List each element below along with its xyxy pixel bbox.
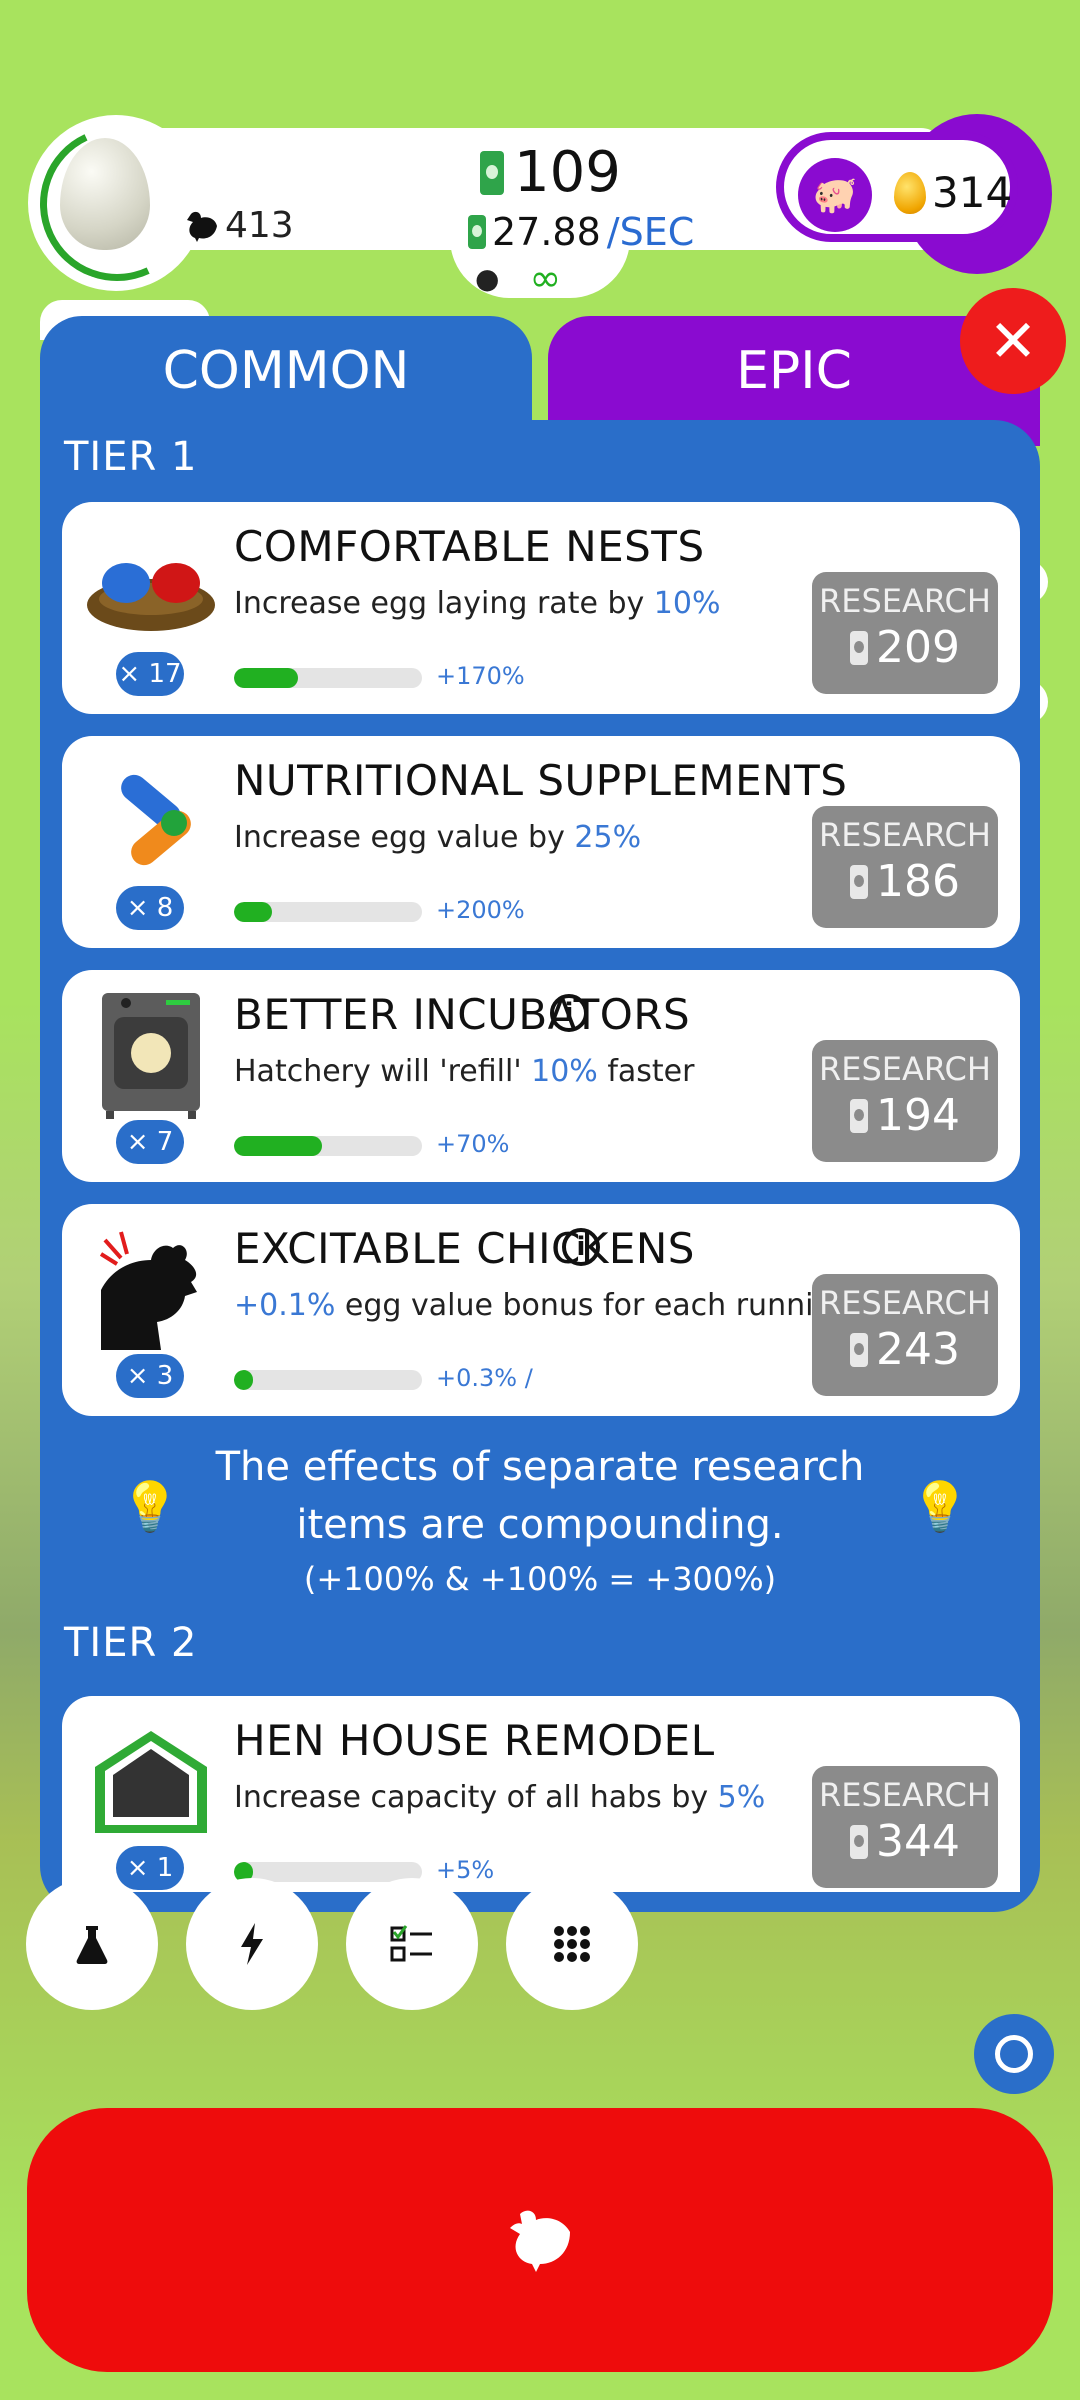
research-level: × 3 [116, 1354, 184, 1398]
research-progress-bar [234, 1136, 422, 1156]
research-card-nutritional-supplements: × 8 NUTRITIONAL SUPPLEMENTS Increase egg… [62, 736, 1020, 948]
research-button-label: RESEARCH [819, 816, 991, 854]
research-button-label: RESEARCH [819, 582, 991, 620]
nest-icon [82, 528, 220, 648]
research-card-comfortable-nests: × 17 COMFORTABLE NESTS Increase egg layi… [62, 502, 1020, 714]
research-title: HEN HOUSE REMODEL [234, 1716, 715, 1765]
golden-egg-count: 314 [932, 168, 1013, 217]
research-cost: 209 [812, 622, 998, 673]
research-cost: 194 [812, 1090, 998, 1141]
money-display: 109 [480, 140, 621, 205]
research-description: Hatchery will 'refill' 10% faster [234, 1054, 695, 1089]
cash-icon [850, 1098, 868, 1133]
research-button[interactable]: RESEARCH 344 [812, 1766, 998, 1888]
cash-icon [468, 215, 486, 249]
research-button[interactable]: RESEARCH 186 [812, 806, 998, 928]
checklist-icon [390, 1925, 432, 1962]
missions-button[interactable] [346, 1878, 478, 2010]
research-button[interactable]: RESEARCH 194 [812, 1040, 998, 1162]
research-bonus: +5% [436, 1856, 495, 1884]
info-icon[interactable]: i [550, 994, 588, 1032]
progress-fill [234, 902, 272, 922]
progress-fill [234, 668, 298, 688]
research-progress-bar [234, 668, 422, 688]
flask-icon [76, 1926, 108, 1964]
house-icon [82, 1722, 220, 1842]
lightbulb-icon: 💡 [910, 1479, 970, 1535]
research-title: BETTER INCUBATORS [234, 990, 691, 1039]
research-button-label: RESEARCH [819, 1776, 991, 1814]
research-level: × 17 [116, 652, 184, 696]
chicken-count: 413 [185, 205, 294, 246]
research-level: × 8 [116, 886, 184, 930]
research-title: COMFORTABLE NESTS [234, 522, 705, 571]
money-rate: 27.88/SEC [468, 210, 694, 254]
tip-formula: (+100% & +100% = +300%) [303, 1560, 777, 1598]
circle-icon [995, 2035, 1033, 2073]
research-cost: 243 [812, 1324, 998, 1375]
piggy-bank-icon[interactable]: 🐖 [798, 158, 872, 232]
research-cost: 344 [812, 1816, 998, 1867]
research-progress-bar [234, 902, 422, 922]
hatch-chicken-button[interactable] [27, 2108, 1053, 2372]
infinity-icon: ∞ [529, 256, 562, 300]
money-rate-value: 27.88 [492, 210, 601, 254]
research-card-excitable-chickens: × 3 EXCITABLE CHICKENS i +0.1% egg value… [62, 1204, 1020, 1416]
research-title: NUTRITIONAL SUPPLEMENTS [234, 756, 848, 805]
lightbulb-icon: 💡 [120, 1479, 180, 1535]
chicken-icon [187, 211, 217, 242]
lightning-icon [241, 1923, 263, 1965]
research-description: Increase egg laying rate by 10% [234, 586, 721, 621]
tier-label: TIER 1 [64, 434, 198, 480]
camera-toggle-button[interactable] [974, 2014, 1054, 2094]
progress-fill [234, 1136, 323, 1156]
cash-icon [850, 864, 868, 899]
cash-icon [850, 1824, 868, 1859]
research-button-label: RESEARCH [819, 1050, 991, 1088]
research-bonus: +170% [436, 662, 525, 690]
tip-text: The effects of separate research items a… [215, 1444, 865, 1548]
menu-grid-button[interactable] [506, 1878, 638, 2010]
research-cost: 186 [812, 856, 998, 907]
grid-icon [554, 1926, 590, 1962]
tier-label: TIER 2 [64, 1620, 198, 1666]
info-icon[interactable]: i [562, 1228, 600, 1266]
research-bonus: +0.3% / [436, 1364, 533, 1392]
research-bonus: +200% [436, 896, 525, 924]
money-value: 109 [514, 140, 621, 205]
chicken-count-value: 413 [225, 205, 294, 246]
research-menu-button[interactable] [26, 1878, 158, 2010]
cash-icon [850, 630, 868, 665]
close-button[interactable]: ✕ [960, 288, 1066, 394]
research-card-better-incubators: × 7 BETTER INCUBATORS i Hatchery will 'r… [62, 970, 1020, 1182]
boosts-button[interactable] [186, 1878, 318, 2010]
research-description: Increase egg value by 25% [234, 820, 642, 855]
cash-icon [480, 150, 504, 195]
pill-icon [82, 762, 220, 882]
hatch-capacity-row: ● ∞ [475, 256, 561, 300]
chicken-icon [510, 2210, 570, 2272]
research-level: × 1 [116, 1846, 184, 1890]
research-button[interactable]: RESEARCH 243 [812, 1274, 998, 1396]
rate-unit: /SEC [606, 210, 695, 254]
research-level: × 7 [116, 1120, 184, 1164]
research-panel[interactable]: TIER 1 × 17 COMFORTABLE NESTS Increase e… [40, 420, 1040, 1912]
incubator-icon [82, 993, 220, 1119]
cash-icon [850, 1332, 868, 1367]
research-button-label: RESEARCH [819, 1284, 991, 1322]
research-button[interactable]: RESEARCH 209 [812, 572, 998, 694]
research-bonus: +70% [436, 1130, 510, 1158]
research-description: Increase capacity of all habs by 5% [234, 1780, 766, 1815]
golden-egg-icon [894, 172, 926, 214]
research-tip: The effects of separate research items a… [200, 1438, 880, 1598]
research-title: EXCITABLE CHICKENS [234, 1224, 695, 1273]
progress-fill [234, 1370, 253, 1390]
chicken-head-icon [82, 1230, 220, 1350]
research-card-hen-house-remodel: × 1 HEN HOUSE REMODEL Increase capacity … [62, 1696, 1020, 1892]
research-progress-bar [234, 1370, 422, 1390]
chick-icon: ● [475, 261, 500, 295]
close-icon: ✕ [988, 307, 1038, 375]
